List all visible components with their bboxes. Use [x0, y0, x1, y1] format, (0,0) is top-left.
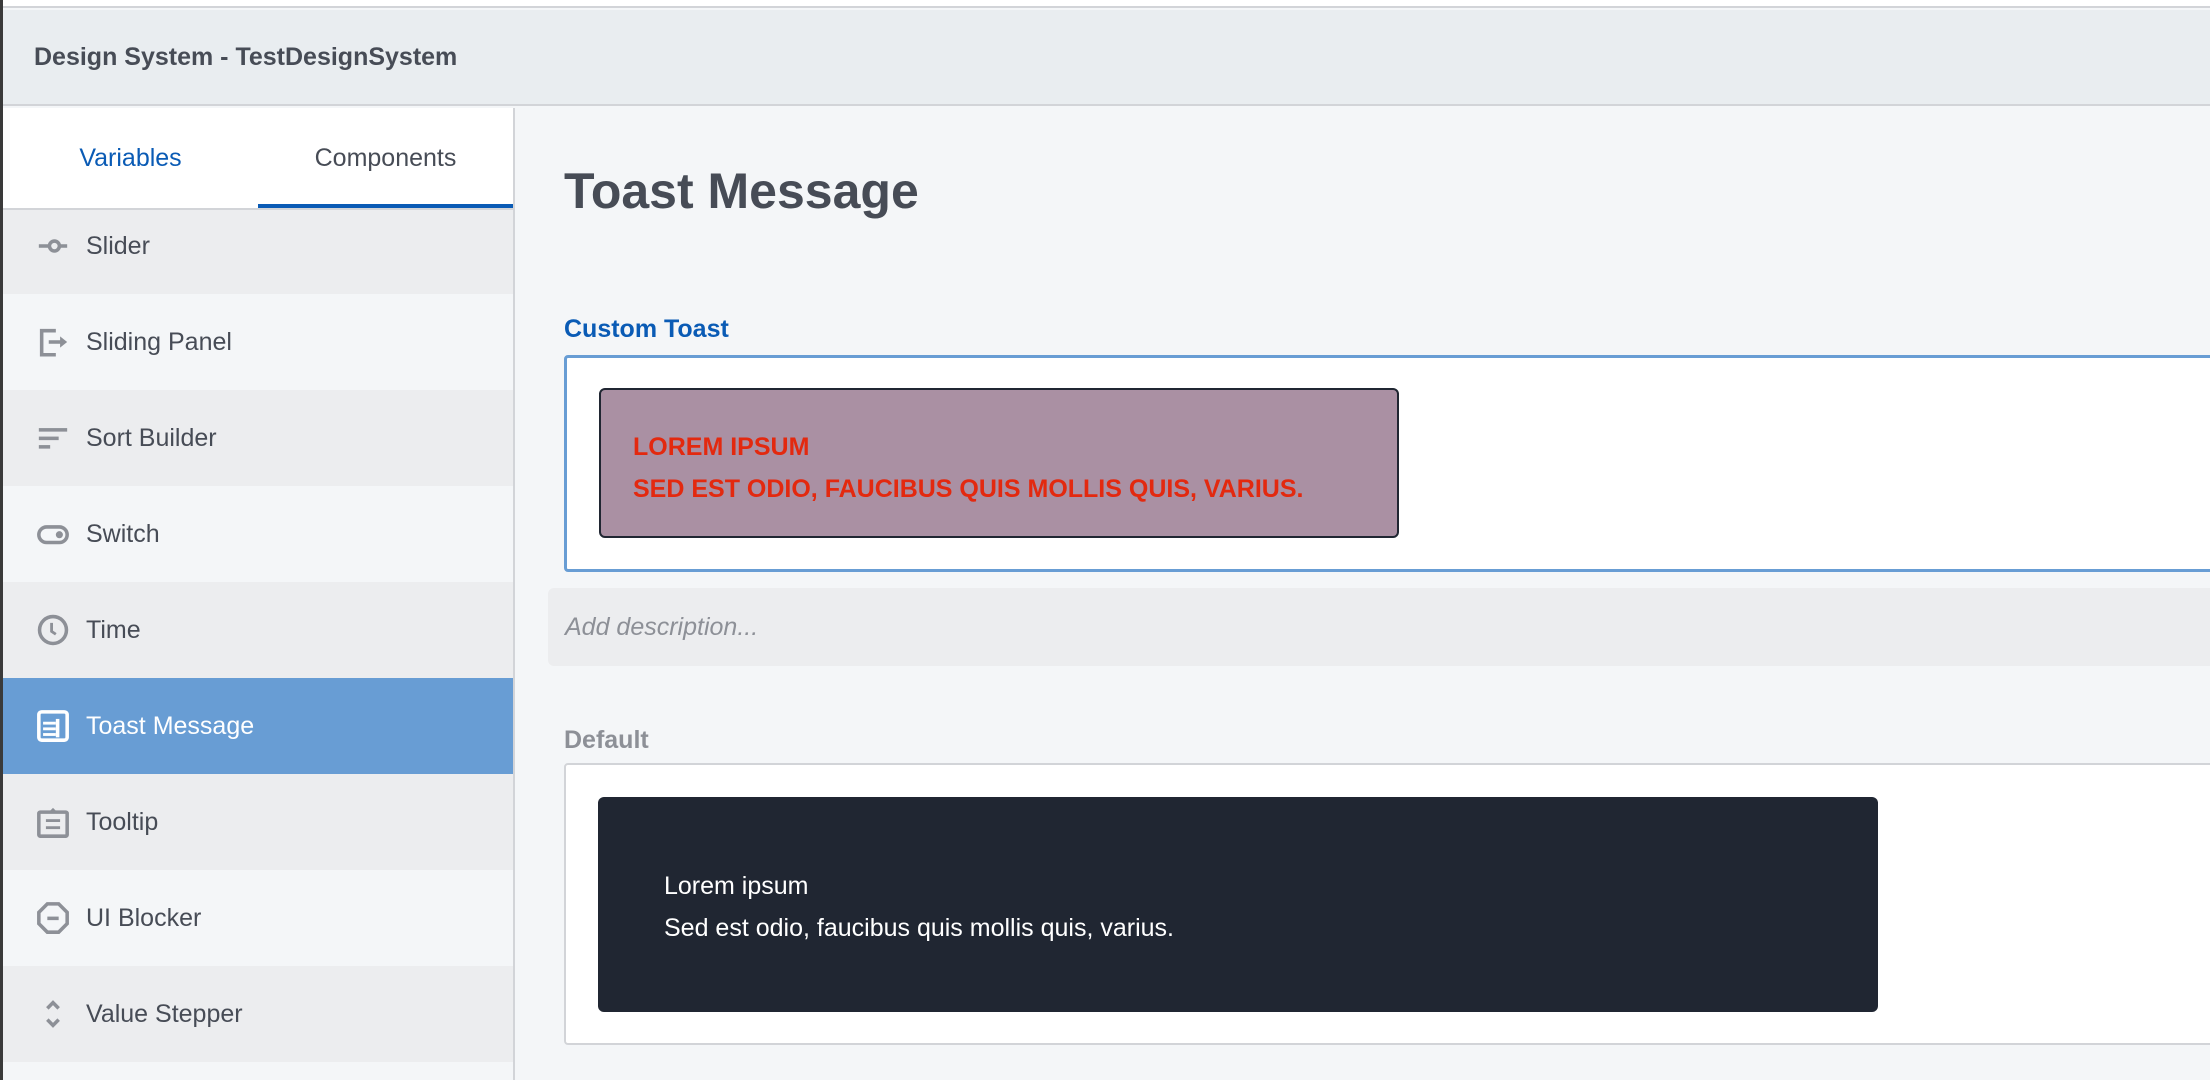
custom-toast-body: SED EST ODIO, FAUCIBUS QUIS MOLLIS QUIS,…: [633, 475, 1304, 503]
main-content: Toast Message Custom Toast LOREM IPSUM S…: [517, 108, 2210, 1080]
sidebar-item-ui-blocker[interactable]: UI Blocker: [3, 870, 513, 966]
default-toast: Lorem ipsum Sed est odio, faucibus quis …: [598, 797, 1878, 1012]
toast-icon: [36, 709, 70, 743]
app-header: Design System - TestDesignSystem: [3, 10, 2210, 106]
sidebar-item-label: Value Stepper: [86, 999, 243, 1028]
top-strip: [0, 0, 2210, 8]
custom-toast-title: LOREM IPSUM: [633, 433, 810, 461]
page-title: Toast Message: [564, 163, 919, 219]
sidebar-item-label: Switch: [86, 519, 160, 548]
tab-components[interactable]: Components: [258, 108, 513, 208]
app-title: Design System - TestDesignSystem: [34, 42, 458, 71]
sort-icon: [36, 421, 70, 455]
sidebar-item-label: Tooltip: [86, 807, 159, 836]
tooltip-icon: [36, 805, 70, 839]
sidebar-item-switch[interactable]: Switch: [3, 486, 513, 582]
sidebar-item-label: Time: [86, 615, 141, 644]
switch-icon: [36, 517, 70, 551]
sidebar-item-toast-message[interactable]: Toast Message: [3, 678, 513, 774]
sidebar-item-sort-builder[interactable]: Sort Builder: [3, 390, 513, 486]
sidebar-item-label: UI Blocker: [86, 903, 202, 932]
custom-toast-label: Custom Toast: [564, 315, 729, 343]
sidebar-item-label: Slider: [86, 231, 150, 260]
description-input[interactable]: Add description...: [548, 588, 2210, 666]
sidebar-item-label: Sliding Panel: [86, 327, 232, 356]
default-toast-label: Default: [564, 726, 649, 754]
sidebar-item-tooltip[interactable]: Tooltip: [3, 774, 513, 870]
custom-toast-preview[interactable]: LOREM IPSUM SED EST ODIO, FAUCIBUS QUIS …: [564, 355, 2210, 572]
sidebar-item-sliding-panel[interactable]: Sliding Panel: [3, 294, 513, 390]
slider-icon: [36, 229, 70, 263]
component-list: Select Slider Sliding Panel Sort Builder…: [3, 108, 513, 1062]
default-toast-body: Sed est odio, faucibus quis mollis quis,…: [664, 914, 1174, 942]
custom-toast: LOREM IPSUM SED EST ODIO, FAUCIBUS QUIS …: [599, 388, 1399, 538]
sidebar: Variables Components Select Slider Slidi…: [3, 108, 515, 1080]
sidebar-item-time[interactable]: Time: [3, 582, 513, 678]
window-edge: [0, 0, 3, 1080]
sidebar-item-label: Sort Builder: [86, 423, 217, 452]
clock-icon: [36, 613, 70, 647]
tab-variables[interactable]: Variables: [3, 108, 258, 208]
default-toast-title: Lorem ipsum: [664, 872, 809, 900]
sidebar-item-value-stepper[interactable]: Value Stepper: [3, 966, 513, 1062]
sidebar-tabs: Variables Components: [3, 108, 513, 208]
stepper-icon: [36, 997, 70, 1031]
tab-divider: [3, 208, 513, 210]
default-toast-preview[interactable]: Lorem ipsum Sed est odio, faucibus quis …: [564, 763, 2210, 1045]
sidebar-item-label: Toast Message: [86, 711, 255, 740]
blocker-icon: [36, 901, 70, 935]
sidebar-item-slider[interactable]: Slider: [3, 198, 513, 294]
sliding-panel-icon: [36, 325, 70, 359]
